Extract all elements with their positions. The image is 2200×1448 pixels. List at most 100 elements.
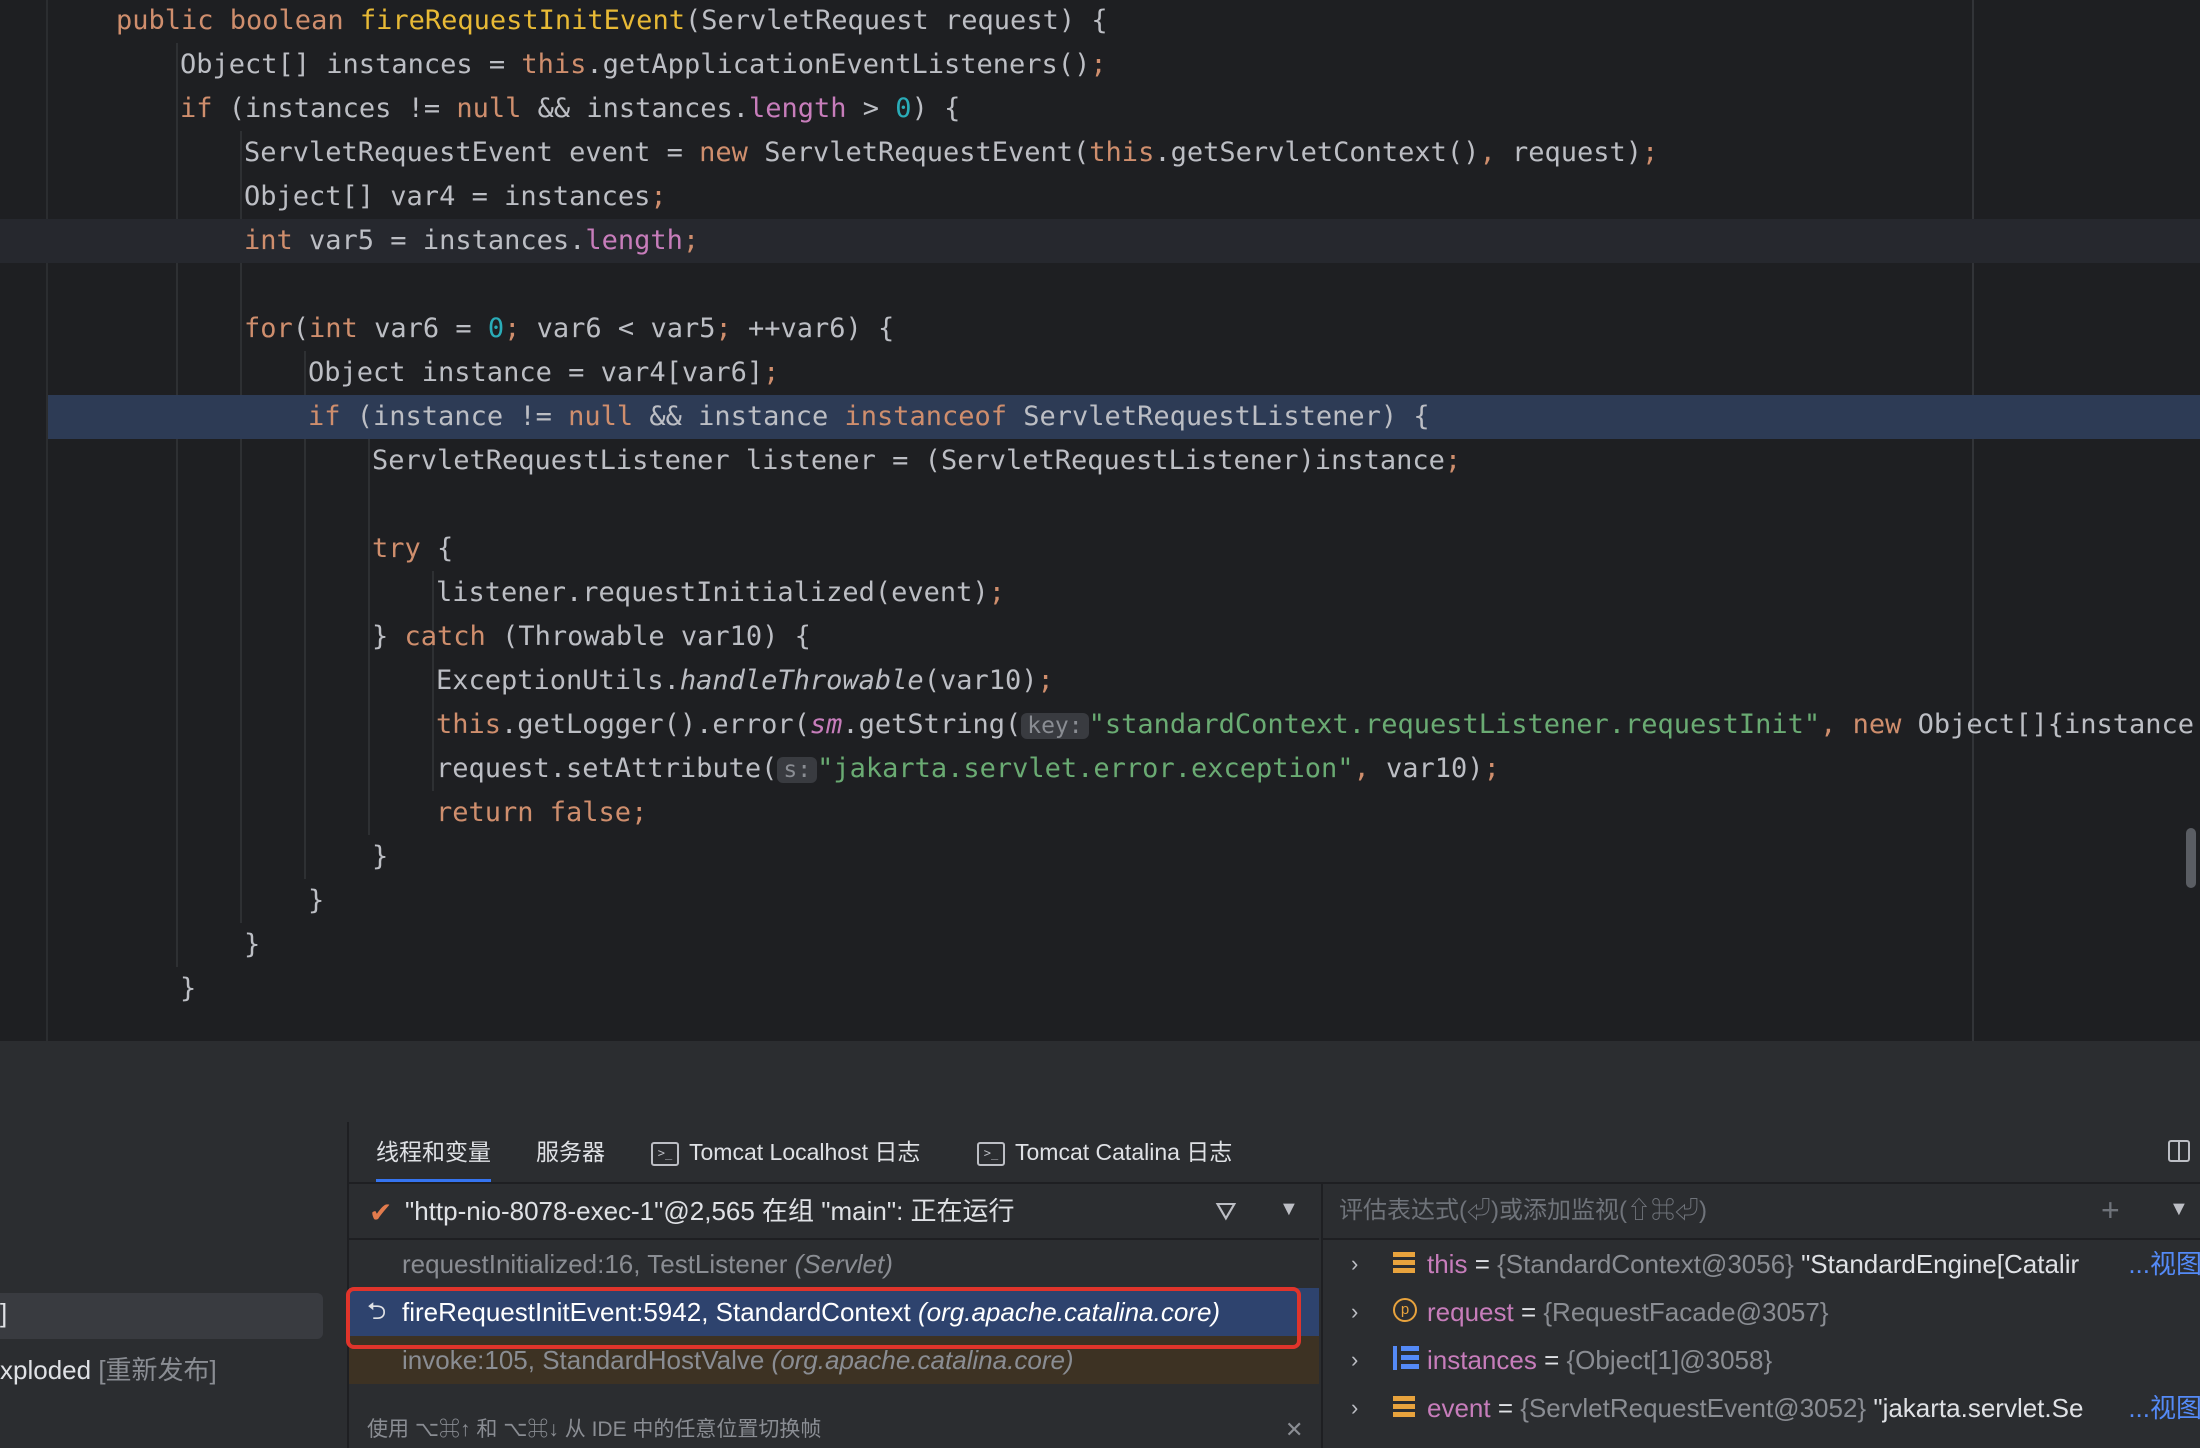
- thread-selector[interactable]: ✔ "http-nio-8078-exec-1"@2,565 在组 "main"…: [349, 1184, 1319, 1240]
- code-token: (instances !=: [228, 93, 457, 124]
- chevron-right-icon[interactable]: ›: [1351, 1384, 1358, 1432]
- code-token: ServletRequestListener) {: [1023, 401, 1430, 432]
- code-token: if: [308, 401, 357, 432]
- code-line[interactable]: ExceptionUtils.handleThrowable(var10);: [0, 659, 2200, 703]
- chevron-down-icon[interactable]: ▼: [2169, 1198, 2189, 1221]
- code-token: .getServletContext(): [1154, 137, 1480, 168]
- code-token: ;: [1483, 753, 1500, 784]
- selected-tree-row[interactable]: [0, 1293, 323, 1339]
- code-token: (ServletRequest request) {: [684, 5, 1108, 36]
- variable-row[interactable]: › instances = {Object[1]@3058}: [1323, 1336, 2200, 1384]
- execution-point-line[interactable]: if (instance != null && instance instanc…: [48, 395, 2200, 439]
- tab-threads-variables[interactable]: 线程和变量: [376, 1122, 491, 1182]
- code-line[interactable]: ServletRequestEvent event = new ServletR…: [0, 131, 2200, 175]
- code-line[interactable]: }: [0, 879, 2200, 923]
- code-token: ;: [1090, 49, 1107, 80]
- close-icon[interactable]: ✕: [1285, 1412, 1303, 1448]
- layout-toggle-icon[interactable]: [2168, 1140, 2190, 1162]
- view-link[interactable]: ...视图: [2124, 1384, 2200, 1432]
- code-line[interactable]: for(int var6 = 0; var6 < var5; ++var6) {: [0, 307, 2200, 351]
- code-token: , new: [1820, 709, 1918, 740]
- code-token: ;: [682, 225, 700, 256]
- code-line[interactable]: ServletRequestListener listener = (Servl…: [0, 439, 2200, 483]
- code-token: handleThrowable: [679, 665, 924, 696]
- frame-method: invoke:105, StandardHostValve: [402, 1345, 772, 1375]
- chevron-down-icon[interactable]: ▼: [1279, 1198, 1299, 1221]
- variable-row[interactable]: › p request = {RequestFacade@3057}: [1323, 1288, 2200, 1336]
- code-line[interactable]: request.setAttribute(s: "jakarta.servlet.…: [0, 747, 2200, 791]
- code-line[interactable]: Object[] instances = this.getApplication…: [0, 43, 2200, 87]
- variable-object-id: {RequestFacade@3057}: [1543, 1297, 1829, 1327]
- code-token: request.setAttribute(: [436, 753, 778, 784]
- view-link[interactable]: ...视图: [2124, 1240, 2200, 1288]
- parameter-hint: s:: [777, 757, 818, 783]
- code-token: ExceptionUtils.: [436, 665, 680, 696]
- code-token: ) {: [911, 93, 961, 124]
- equals-sign: =: [1490, 1393, 1521, 1423]
- field-icon: [1393, 1394, 1419, 1422]
- variable-name: instances: [1427, 1345, 1537, 1375]
- code-token: Object instance = var4[var6]: [308, 357, 764, 388]
- thread-label: "http-nio-8078-exec-1"@2,565 在组 "main": …: [405, 1196, 1015, 1226]
- code-token: 0: [487, 313, 505, 344]
- code-line[interactable]: if (instances != null && instances.lengt…: [0, 87, 2200, 131]
- variables-panel: 评估表达式(⏎)或添加监视(⇧⌘⏎) + ▼ › this = {Standard…: [1321, 1184, 2200, 1448]
- stack-frame-label: requestInitialized:16, TestListener (Ser…: [402, 1240, 893, 1288]
- field-icon: [1393, 1250, 1419, 1278]
- code-line[interactable]: int var5 = instances.length;: [0, 219, 2200, 263]
- code-line[interactable]: public boolean fireRequestInitEvent(Serv…: [0, 0, 2200, 43]
- code-token: null: [568, 401, 650, 432]
- frame-package: (org.apache.catalina.core): [771, 1345, 1074, 1375]
- code-line[interactable]: }: [0, 835, 2200, 879]
- variable-row[interactable]: › this = {StandardContext@3056} "Standard…: [1323, 1240, 2200, 1288]
- add-watch-icon[interactable]: +: [2101, 1192, 2120, 1229]
- code-line[interactable]: } catch (Throwable var10) {: [0, 615, 2200, 659]
- evaluate-expression-input[interactable]: 评估表达式(⏎)或添加监视(⇧⌘⏎): [1339, 1184, 1707, 1238]
- array-icon: [1393, 1346, 1419, 1374]
- tab-server[interactable]: 服务器: [536, 1122, 605, 1182]
- code-token: Object[]{instance.g: [1917, 709, 2200, 740]
- code-token: var10): [1386, 753, 1484, 784]
- variable-row[interactable]: › event = {ServletRequestEvent@3052} "jak…: [1323, 1384, 2200, 1432]
- code-line[interactable]: [0, 483, 2200, 527]
- deployment-item[interactable]: xploded [重新发布]: [0, 1350, 217, 1387]
- chevron-right-icon[interactable]: ›: [1351, 1336, 1358, 1384]
- filter-icon[interactable]: ⛛: [1215, 1196, 1237, 1228]
- code-token: ++var6) {: [747, 313, 895, 344]
- stack-frame[interactable]: requestInitialized:16, TestListener (Ser…: [349, 1240, 1319, 1288]
- variable-name: request: [1427, 1297, 1514, 1327]
- code-line[interactable]: Object instance = var4[var6];: [0, 351, 2200, 395]
- code-token: "standardContext.requestListener.request…: [1088, 709, 1821, 740]
- tab-tomcat-catalina-log[interactable]: >_ Tomcat Catalina 日志: [977, 1122, 1232, 1182]
- code-token: new: [699, 137, 765, 168]
- frames-hint-bar: 使用 ⌥⌘↑ 和 ⌥⌘↓ 从 IDE 中的任意位置切换帧 ✕: [349, 1412, 1319, 1448]
- code-token: "jakarta.servlet.error.exception": [817, 753, 1354, 784]
- chevron-right-icon[interactable]: ›: [1351, 1240, 1358, 1288]
- code-line[interactable]: [0, 263, 2200, 307]
- code-token: return false;: [436, 797, 648, 828]
- code-line[interactable]: listener.requestInitialized(event);: [0, 571, 2200, 615]
- code-token: ;: [1037, 665, 1054, 696]
- code-line[interactable]: Object[] var4 = instances;: [0, 175, 2200, 219]
- parameter-hint: key:: [1021, 713, 1089, 739]
- code-editor[interactable]: public boolean fireRequestInitEvent(Serv…: [0, 0, 2200, 1041]
- code-line[interactable]: }: [0, 923, 2200, 967]
- code-token: catch: [404, 621, 503, 652]
- code-token: }: [372, 621, 405, 652]
- tab-tomcat-localhost-log[interactable]: >_ Tomcat Localhost 日志: [651, 1122, 920, 1182]
- code-line[interactable]: return false;: [0, 791, 2200, 835]
- code-line[interactable]: }: [0, 967, 2200, 1011]
- code-token: ;: [650, 181, 667, 212]
- code-token: ;: [504, 313, 537, 344]
- code-token: request): [1511, 137, 1642, 168]
- code-token: ;: [1642, 137, 1659, 168]
- variable-name: event: [1427, 1393, 1491, 1423]
- equals-sign: =: [1467, 1249, 1498, 1279]
- code-line[interactable]: try {: [0, 527, 2200, 571]
- code-token: && instance: [649, 401, 845, 432]
- chevron-right-icon[interactable]: ›: [1351, 1288, 1358, 1336]
- evaluate-expression-row[interactable]: 评估表达式(⏎)或添加监视(⇧⌘⏎) + ▼: [1323, 1184, 2200, 1240]
- code-token: .getApplicationEventListeners(): [586, 49, 1091, 80]
- code-token: length: [585, 225, 683, 256]
- code-line[interactable]: this.getLogger().error(sm.getString(key:…: [0, 703, 2200, 747]
